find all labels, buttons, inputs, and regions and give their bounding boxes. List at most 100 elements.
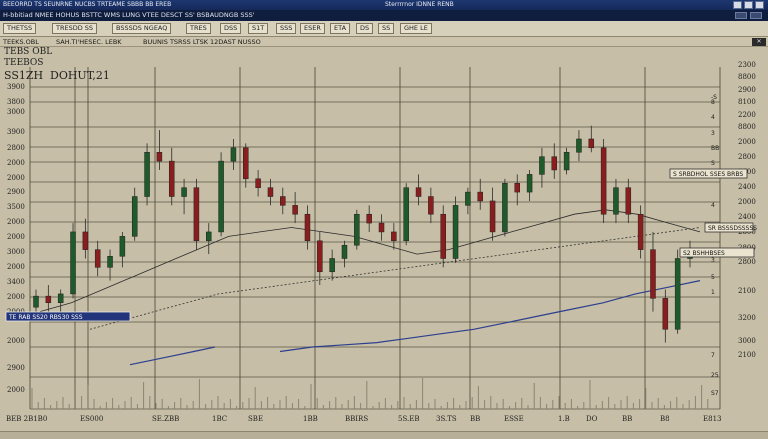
maximize-button[interactable] [744,1,753,9]
mid-axis-label: 5 [711,274,715,281]
y-axis-right-label: 8800 [738,73,756,81]
x-axis-label: SBE [248,415,263,423]
info-symbol: TEEKS.OBL [3,38,39,46]
close-button[interactable] [755,1,764,9]
close-icon[interactable]: ✕ [752,38,766,46]
candle-body [563,152,570,171]
candle-body [674,258,681,330]
candle-body [354,213,360,246]
candle-body [45,295,52,304]
candle-body [341,244,348,259]
candle-body [317,240,323,273]
x-axis-label: BB [470,415,480,423]
toolbar-button-2[interactable]: TRESDD SS [52,23,98,34]
toolbar-button-7[interactable]: SSS [276,23,297,34]
ma-blue-line-2 [279,280,701,353]
candle-body [576,138,582,153]
x-axis-label: BB [622,415,632,423]
y-axis-left-label: 3800 [7,98,25,106]
y-axis-right-label: 2400 [738,183,756,191]
ma-blue-line-1 [129,346,216,366]
candle-body [329,258,335,273]
x-axis-label: ESSE [504,415,524,423]
menu-right-controls [735,12,762,19]
x-axis-label: DO [586,415,598,423]
y-axis-right-label: 2000 [738,138,756,146]
candle-body [502,182,508,233]
x-axis-label: B8 [660,415,670,423]
mid-axis-label: 8 [711,99,715,106]
mid-axis-label: S7 [711,390,719,397]
mid-axis-label: BB [711,145,719,152]
window-title: BEEORRD TS SEUNRNE NUCBS TRTEAME SBBB BB… [3,1,172,8]
toolbar-button-12[interactable]: GHE LE [400,23,432,34]
candle-body [440,213,446,259]
candle-body [94,249,101,268]
toolbar-button-5[interactable]: DSS [220,23,242,34]
y-axis-right-label: 2800 [738,153,756,161]
candle-body [144,152,150,197]
candle-body [539,156,545,175]
y-axis-left-label: 2000 [7,218,25,226]
annotation-2-label: S SRBDHOL SSES BRBS [673,171,743,178]
menu-control-1[interactable] [735,12,747,19]
y-axis-left-label: 2000 [7,263,25,271]
y-axis-left-label: 2000 [7,337,25,345]
candle-body [428,196,434,215]
toolbar-button-8[interactable]: ESER [300,23,325,34]
menu-control-2[interactable] [750,12,762,19]
menu-text[interactable]: H-bbitiad NMEE HOHUS BSTTC WMS LUNG VTEE… [3,10,255,21]
candle-body [107,256,113,268]
mid-axis-label: 3 [711,130,715,137]
candle-body [230,147,237,162]
x-axis-label: BBIRS [345,415,368,423]
toolbar-button-4[interactable]: TRES [186,23,211,34]
y-axis-left-label: 2000 [7,174,25,182]
toolbar-button-3[interactable]: BSSSDS NGEAQ [112,23,172,34]
candle-body [156,152,163,162]
y-axis-right-label: 2900 [738,86,756,94]
x-axis-label: 1BC [212,415,227,423]
y-axis-left-label: 3500 [7,203,25,211]
candle-body [243,147,249,180]
candle-body [366,213,372,224]
candle-body [33,295,39,308]
y-axis-left-label: 3900 [7,83,25,91]
y-axis-left-label: 3900 [7,128,25,136]
candle-body [613,187,619,215]
candle-body [206,231,212,242]
toolbar-button-11[interactable]: SS [378,23,395,34]
toolbar-button-9[interactable]: ETA [330,23,351,34]
ma-dotted-line [89,227,701,330]
x-axis-label: BEB 2B1B0 [6,415,47,423]
toolbar-button-1[interactable]: THETSS [3,23,37,34]
annotation-4-label: S2 BSHHBSES [683,250,725,257]
candle-body [600,147,607,215]
minimize-button[interactable] [733,1,742,9]
window-controls [733,1,764,9]
candle-body [452,205,459,259]
candle-body [489,200,496,233]
candle-body [255,178,261,188]
chart-header-line1: TEBS OBL [4,47,53,57]
y-axis-left-label: 2000 [7,233,25,241]
candle-body [378,222,385,233]
mid-axis-label: 25 [711,372,719,379]
x-axis-label: 5S.EB [398,415,419,423]
candle-body [181,187,187,197]
candle-body [391,231,397,242]
toolbar-button-10[interactable]: DS [356,23,374,34]
chart-area[interactable]: 3900 3800 3000 3900 2800 2000 2000 2900 3500 2000… [0,47,768,431]
info-period: SAH.TI'HESEC. LEBK [56,38,122,46]
candle-body [526,174,533,193]
ma-black-line [39,209,701,312]
x-axis-label: SE.ZBB [152,415,179,423]
candle-body [292,205,298,215]
candle-body [267,187,274,197]
y-axis-left-label: 3400 [7,278,25,286]
price-chart[interactable]: 3900 3800 3000 3900 2800 2000 2000 2900 3500 2000… [0,47,768,431]
y-axis-left-label: 3000 [7,108,25,116]
candle-body [403,187,409,242]
toolbar-button-6[interactable]: S1T [248,23,269,34]
mid-axis-label: 7 [711,352,715,359]
